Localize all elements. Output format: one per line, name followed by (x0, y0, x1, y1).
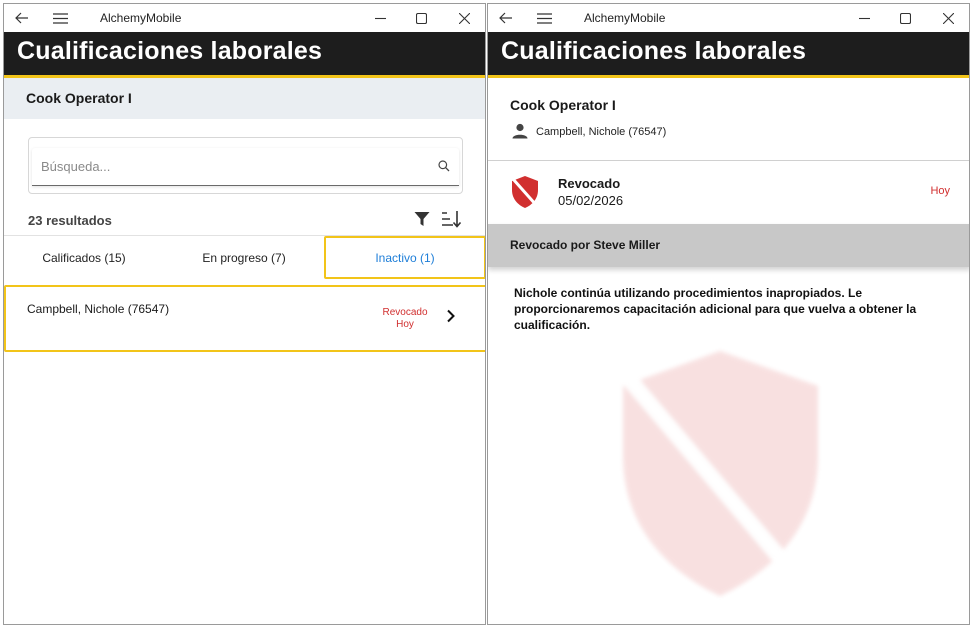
qualification-title: Cook Operator I (26, 90, 132, 106)
page-title: Cualificaciones laborales (17, 37, 323, 65)
window-title: AlchemyMobile (100, 11, 182, 25)
qualification-detail-header: Cook Operator I Campbell, Nichole (76547… (488, 81, 969, 161)
tab-en-progreso[interactable]: En progreso (7) (164, 236, 324, 279)
minimize-icon (858, 17, 870, 19)
search-icon[interactable] (438, 160, 450, 172)
tab-inactivo[interactable]: Inactivo (1) (324, 236, 485, 279)
back-button[interactable] (6, 4, 38, 32)
menu-button[interactable] (528, 4, 560, 32)
maximize-button[interactable] (889, 4, 921, 32)
revocation-note: Nichole continúa utilizando procedimient… (514, 286, 917, 332)
back-button[interactable] (490, 4, 522, 32)
revoked-by-bar: Revocado por Steve Miller (488, 224, 969, 267)
revoked-shield-watermark-icon (613, 351, 818, 597)
revoked-shield-icon (511, 176, 539, 208)
search-container: Búsqueda... (28, 137, 463, 194)
status-date: 05/02/2026 (558, 193, 624, 208)
arrow-left-icon (499, 12, 512, 24)
status-tabs: Calificados (15) En progreso (7) Inactiv… (4, 235, 485, 279)
hamburger-icon (52, 12, 68, 24)
results-count: 23 resultados (28, 213, 112, 228)
close-icon (942, 12, 954, 24)
chevron-right-icon[interactable] (446, 309, 456, 323)
maximize-icon (899, 12, 911, 24)
sort-icon[interactable] (441, 210, 461, 228)
list-item[interactable]: Campbell, Nichole (76547) Revocado Hoy (4, 285, 485, 352)
app-header: Cualificaciones laborales (488, 32, 969, 78)
revoked-by-text: Revocado por Steve Miller (510, 238, 661, 252)
minimize-icon (374, 17, 386, 19)
right-app-window: AlchemyMobile Cualificaciones laborales … (487, 3, 970, 625)
menu-button[interactable] (44, 4, 76, 32)
window-title: AlchemyMobile (584, 11, 666, 25)
qualification-title: Cook Operator I (510, 97, 616, 113)
status-block: Revocado 05/02/2026 Hoy (488, 162, 969, 222)
maximize-button[interactable] (405, 4, 437, 32)
qualification-subheader: Cook Operator I (4, 78, 485, 119)
minimize-button[interactable] (364, 4, 396, 32)
titlebar: AlchemyMobile (4, 4, 485, 32)
close-button[interactable] (448, 4, 480, 32)
status-when: Hoy (396, 319, 414, 330)
close-icon (458, 12, 470, 24)
employee-name: Campbell, Nichole (76547) (27, 302, 170, 316)
close-button[interactable] (932, 4, 964, 32)
minimize-button[interactable] (848, 4, 880, 32)
page-title: Cualificaciones laborales (501, 37, 807, 65)
status-when: Hoy (930, 185, 950, 197)
person-icon (512, 123, 528, 139)
filter-icon[interactable] (414, 211, 430, 227)
left-app-window: AlchemyMobile Cualificaciones laborales … (3, 3, 486, 625)
arrow-left-icon (15, 12, 28, 24)
search-placeholder: Búsqueda... (41, 159, 111, 174)
hamburger-icon (536, 12, 552, 24)
status-label: Revocado (558, 176, 621, 191)
tab-calificados[interactable]: Calificados (15) (4, 236, 164, 279)
search-input[interactable]: Búsqueda... (32, 148, 459, 186)
status-label: Revocado (382, 307, 428, 318)
titlebar: AlchemyMobile (488, 4, 969, 32)
app-header: Cualificaciones laborales (4, 32, 485, 78)
employee-name: Campbell, Nichole (76547) (536, 126, 667, 138)
maximize-icon (415, 12, 427, 24)
